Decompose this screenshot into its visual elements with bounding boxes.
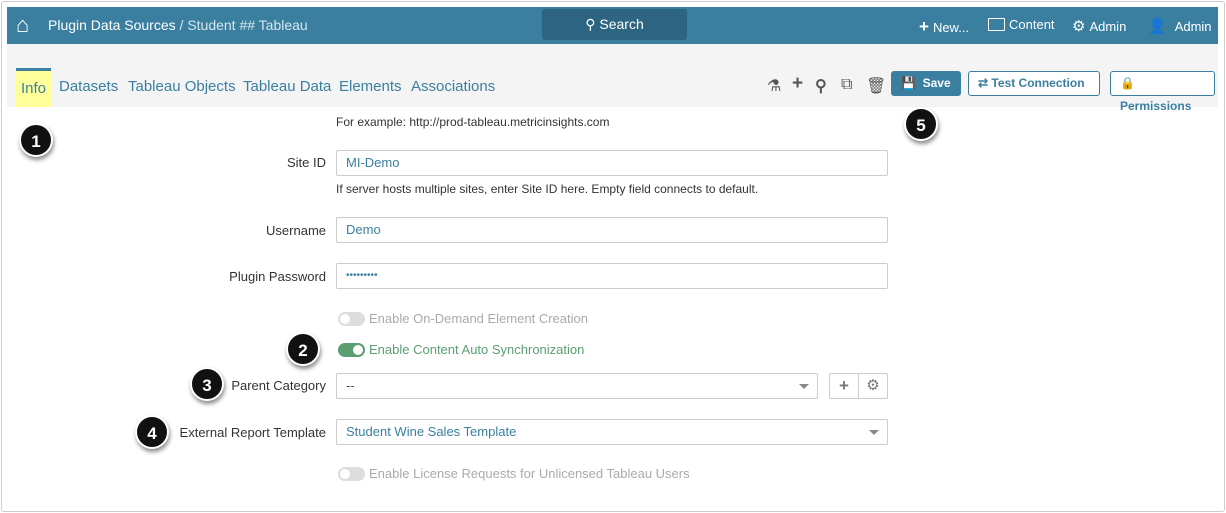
auto-sync-toggle[interactable]: Enable Content Auto Synchronization <box>338 342 584 357</box>
copy-icon[interactable]: ⧉ <box>841 76 852 94</box>
username-label: Username <box>266 223 326 238</box>
add-category-button[interactable]: + <box>830 374 859 398</box>
parent-category-select[interactable]: -- <box>336 373 818 399</box>
new-button[interactable]: + New... <box>919 17 969 37</box>
breadcrumb-current: Student ## Tableau <box>187 17 308 33</box>
chevron-down-icon <box>869 430 879 435</box>
username-input[interactable]: Demo <box>336 217 888 243</box>
search-label: Search <box>599 16 644 32</box>
callout-badge-3: 3 <box>190 367 224 401</box>
hierarchy-icon[interactable]: ⚗ <box>767 76 781 96</box>
tab-datasets[interactable]: Datasets <box>59 68 118 107</box>
plus-icon[interactable]: + <box>792 73 803 95</box>
swap-icon: ⇄ <box>978 76 989 90</box>
save-label: Save <box>922 76 951 90</box>
content-button[interactable]: Content <box>988 17 1055 32</box>
search-icon: ⚲ <box>585 16 596 32</box>
site-id-input[interactable]: MI-Demo <box>336 150 888 176</box>
user-icon: 👤 <box>1148 18 1167 35</box>
save-button[interactable]: 💾 Save <box>891 71 961 96</box>
category-button-group: + ⚙ <box>829 373 888 399</box>
folder-icon <box>988 18 1005 31</box>
permissions-button[interactable]: 🔒 Permissions <box>1110 71 1215 113</box>
admin-label: Admin <box>1089 18 1127 34</box>
template-value: Student Wine Sales Template <box>346 424 517 439</box>
callout-badge-1: 1 <box>19 123 53 157</box>
permissions-label: Permissions <box>1120 99 1192 113</box>
site-id-label: Site ID <box>286 155 326 170</box>
lock-icon: 🔒 <box>1120 76 1135 90</box>
on-demand-label: Enable On-Demand Element Creation <box>369 311 588 326</box>
admin-button[interactable]: ⚙ Admin <box>1072 17 1126 35</box>
user-menu[interactable]: 👤 Admin <box>1148 17 1212 35</box>
callout-badge-4: 4 <box>135 415 169 449</box>
breadcrumb: Plugin Data Sources / Student ## Tableau <box>48 17 308 33</box>
toggle-switch[interactable] <box>338 311 365 326</box>
tab-tableau-data[interactable]: Tableau Data <box>243 68 331 107</box>
toggle-switch[interactable] <box>338 342 365 357</box>
gear-icon: ⚙ <box>1072 18 1086 35</box>
top-header: ⌂ Plugin Data Sources / Student ## Table… <box>7 7 1218 44</box>
plus-icon: + <box>919 17 929 36</box>
floppy-icon: 💾 <box>901 76 916 90</box>
template-select[interactable]: Student Wine Sales Template <box>336 419 888 445</box>
user-label: Admin <box>1174 18 1212 34</box>
parent-category-label: Parent Category <box>231 378 326 393</box>
template-label: External Report Template <box>179 425 326 440</box>
home-icon[interactable]: ⌂ <box>16 12 29 38</box>
trash-icon[interactable]: 🗑 <box>866 76 886 96</box>
breadcrumb-separator: / <box>175 17 188 33</box>
test-connection-label: Test Connection <box>991 76 1085 90</box>
tab-elements[interactable]: Elements <box>339 68 402 107</box>
tab-associations[interactable]: Associations <box>411 68 495 107</box>
parent-category-value: -- <box>346 378 355 393</box>
tab-tableau-objects[interactable]: Tableau Objects <box>128 68 236 107</box>
content-label: Content <box>1009 17 1055 32</box>
search-button[interactable]: ⚲ Search <box>542 9 687 40</box>
new-label: New... <box>932 19 970 35</box>
test-connection-button[interactable]: ⇄ Test Connection <box>968 71 1100 96</box>
server-hint: For example: http://prod-tableau.metrici… <box>336 115 610 129</box>
license-requests-label: Enable License Requests for Unlicensed T… <box>369 466 690 481</box>
category-settings-gear-icon[interactable]: ⚙ <box>859 374 887 398</box>
password-label: Plugin Password <box>229 269 326 284</box>
magnifier-icon[interactable]: ⚲ <box>815 76 827 96</box>
callout-badge-5: 5 <box>904 107 938 141</box>
auto-sync-label: Enable Content Auto Synchronization <box>369 342 585 357</box>
toggle-switch[interactable] <box>338 466 365 481</box>
callout-badge-2: 2 <box>286 332 320 366</box>
tab-info[interactable]: Info <box>16 68 52 107</box>
tab-bar: Info Datasets Tableau Objects Tableau Da… <box>7 44 1218 113</box>
license-requests-toggle[interactable]: Enable License Requests for Unlicensed T… <box>338 466 690 481</box>
on-demand-toggle[interactable]: Enable On-Demand Element Creation <box>338 311 588 326</box>
chevron-down-icon <box>799 384 809 389</box>
site-id-hint: If server hosts multiple sites, enter Si… <box>336 182 759 196</box>
breadcrumb-root[interactable]: Plugin Data Sources <box>48 17 176 33</box>
password-input[interactable]: ••••••••• <box>336 263 888 289</box>
